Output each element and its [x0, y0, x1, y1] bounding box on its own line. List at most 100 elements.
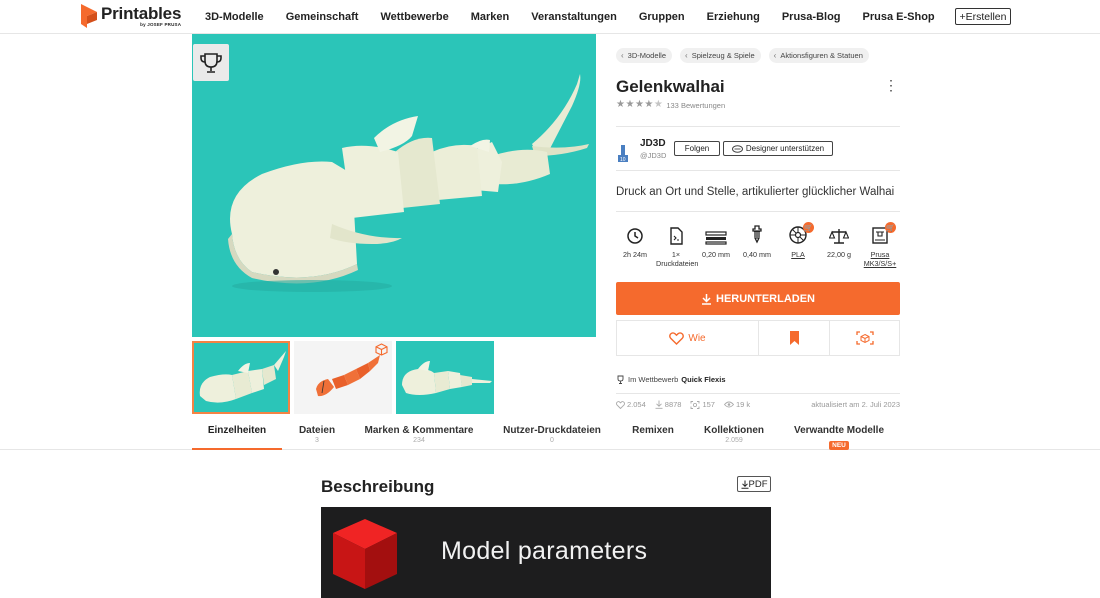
tab-dateien[interactable]: Dateien 3: [290, 418, 344, 450]
clock-icon: [627, 228, 643, 244]
divider: [616, 211, 900, 212]
model-title: Gelenkwalhai: [616, 77, 725, 96]
makes-icon: [691, 400, 700, 409]
param-value[interactable]: PLA: [778, 250, 818, 259]
tab-remixen[interactable]: Remixen: [624, 418, 682, 450]
like-button[interactable]: Wie: [617, 321, 759, 355]
star-icon: ★: [625, 99, 635, 110]
description-banner: Model parameters: [321, 507, 771, 598]
download-small-icon: [655, 400, 663, 409]
nav-veranstaltungen[interactable]: Veranstaltungen: [520, 11, 628, 23]
follow-button[interactable]: Folgen: [674, 141, 720, 156]
printables-logo-icon: [81, 4, 97, 28]
breadcrumb-spielzeug-spiele[interactable]: ‹ Spielzeug & Spiele: [680, 48, 761, 63]
views-stat: 19 k: [723, 400, 751, 409]
tab-count: 234: [413, 437, 425, 444]
star-icon: ★: [616, 99, 625, 110]
param-print-files: 1× Druckdateien: [656, 225, 698, 268]
nav-erziehung[interactable]: Erziehung: [696, 11, 771, 23]
breadcrumb-label: 3D-Modelle: [627, 51, 667, 60]
param-layer-height: 0,20 mm: [696, 225, 736, 259]
ar-scan-icon: [855, 331, 874, 345]
breadcrumb-3d-modelle[interactable]: ‹ 3D-Modelle: [616, 48, 673, 63]
nav-prusa-blog[interactable]: Prusa-Blog: [771, 11, 852, 23]
divider: [616, 170, 900, 171]
tab-label: Kollektionen: [703, 425, 764, 436]
ar-view-button[interactable]: [830, 321, 899, 355]
eshop-cart-icon[interactable]: 🛒: [885, 222, 896, 233]
contest-name[interactable]: Quick Flexis: [681, 375, 725, 384]
contest-entry[interactable]: Im Wettbewerb Quick Flexis: [616, 375, 725, 384]
nav-wettbewerbe[interactable]: Wettbewerbe: [369, 11, 459, 23]
pdf-label: PDF: [748, 478, 768, 490]
views-count: 19 k: [735, 400, 751, 409]
param-value: 0,20 mm: [702, 250, 730, 259]
tab-count: 3: [315, 437, 319, 444]
param-printer[interactable]: 🛒 Prusa MK3/S/S+: [860, 222, 900, 268]
tab-label: Marken & Kommentare: [364, 425, 474, 436]
more-options-icon[interactable]: ⋮: [884, 78, 898, 92]
star-icon: ★: [634, 99, 644, 110]
thumbnail-2[interactable]: [294, 341, 392, 414]
top-navigation-bar: Printables by JOSEF PRUSA 3D-Modelle Gem…: [0, 0, 1100, 34]
tab-count: 0: [550, 437, 554, 444]
download-label: HERUNTERLADEN: [716, 292, 815, 305]
tab-label: Dateien: [298, 425, 336, 436]
thumbnail-1[interactable]: [192, 341, 290, 414]
param-print-time: 2h 24m: [615, 225, 655, 259]
param-material[interactable]: 🛒 PLA: [778, 222, 818, 259]
param-nozzle: 0,40 mm: [737, 225, 777, 259]
star-icon: ★: [644, 99, 654, 110]
tab-verwandte-modelle[interactable]: Verwandte Modelle NEU: [788, 418, 890, 450]
download-button[interactable]: HERUNTERLADEN: [616, 282, 900, 315]
whale-shark-photo: [228, 74, 589, 292]
printables-logo[interactable]: Printables by JOSEF PRUSA: [81, 4, 181, 28]
designer-avatar[interactable]: 10: [616, 142, 632, 164]
support-designer-label: Designer unterstützen: [745, 144, 825, 153]
heart-outline-icon: [616, 400, 625, 409]
breadcrumb-label: Spielzeug & Spiele: [691, 51, 755, 60]
nav-marken[interactable]: Marken: [460, 11, 521, 23]
downloads-stat: 8878: [655, 400, 681, 409]
tab-einzelheiten[interactable]: Einzelheiten: [192, 418, 282, 450]
chevron-left-icon: ‹: [621, 51, 624, 60]
breadcrumb-label: Aktionsfiguren & Statuen: [780, 51, 863, 60]
thumbnail-3[interactable]: [396, 341, 494, 414]
bookmark-icon: [789, 331, 799, 345]
makes-count: 157: [702, 400, 715, 409]
description-heading: Beschreibung: [321, 477, 435, 496]
support-designer-button[interactable]: Designer unterstützen: [723, 141, 833, 156]
brand-subtitle: by JOSEF PRUSA: [140, 21, 182, 27]
designer-name[interactable]: JD3D: [640, 138, 666, 149]
nav-gemeinschaft[interactable]: Gemeinschaft: [275, 11, 370, 23]
tab-kollektionen[interactable]: Kollektionen 2.059: [698, 418, 770, 450]
tab-marken-kommentare[interactable]: Marken & Kommentare 234: [360, 418, 478, 450]
nav-prusa-eshop[interactable]: Prusa E-Shop: [852, 11, 946, 23]
model-rating[interactable]: ★ ★ ★ ★ ★ 133 Bewertungen: [616, 100, 725, 110]
contest-trophy-badge[interactable]: [193, 44, 229, 81]
star-half-icon: ★: [653, 99, 663, 110]
breadcrumb-aktionsfiguren[interactable]: ‹ Aktionsfiguren & Statuen: [768, 48, 869, 63]
main-navigation: 3D-Modelle Gemeinschaft Wettbewerbe Mark…: [194, 0, 946, 34]
nozzle-icon: [752, 225, 762, 244]
param-value[interactable]: Prusa MK3/S/S+: [860, 250, 900, 268]
rating-count: 133 Bewertungen: [666, 100, 726, 110]
scale-icon: [829, 229, 849, 244]
pdf-download-button[interactable]: PDF: [737, 476, 771, 492]
nav-gruppen[interactable]: Gruppen: [628, 11, 696, 23]
bookmark-button[interactable]: [759, 321, 830, 355]
param-value: 0,40 mm: [743, 250, 771, 259]
main-model-image[interactable]: [192, 34, 596, 337]
tab-label: Remixen: [632, 425, 674, 436]
nav-3d-modelle[interactable]: 3D-Modelle: [194, 11, 275, 23]
model-actions: Wie: [616, 320, 900, 356]
chevron-left-icon: ‹: [773, 51, 777, 60]
likes-stat: 2.054: [616, 400, 646, 409]
tab-nutzer-druckdateien[interactable]: Nutzer-Druckdateien 0: [496, 418, 608, 450]
contest-prefix: Im Wettbewerb: [628, 375, 679, 384]
eshop-cart-icon[interactable]: 🛒: [803, 222, 814, 233]
download-small-icon: [741, 480, 748, 489]
red-cube-icon: [333, 519, 397, 589]
create-button[interactable]: +Erstellen: [955, 8, 1011, 25]
makes-stat: 157: [690, 400, 715, 409]
